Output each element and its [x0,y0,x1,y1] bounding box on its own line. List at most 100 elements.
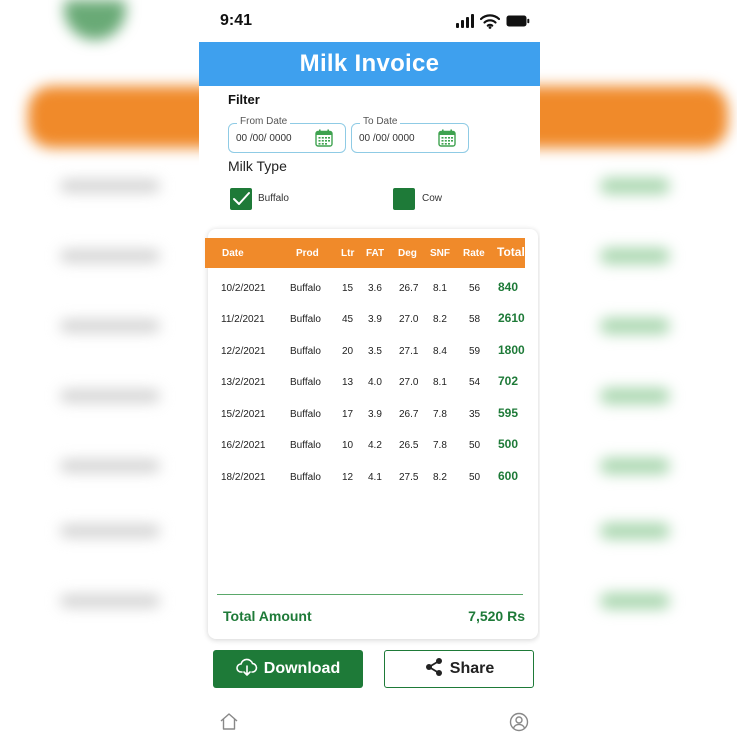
cell-ltr: 12 [342,472,354,483]
page-title: Milk Invoice [299,50,440,77]
cell-total: 840 [498,280,519,294]
cell-deg: 27.0 [399,314,419,325]
battery-icon [506,15,530,27]
cell-total: 1800 [498,343,525,357]
cell-snf: 8.4 [433,346,447,357]
from-date-legend: From Date [237,116,291,127]
profile-icon[interactable] [509,712,529,737]
signal-icon [456,14,474,28]
cell-deg: 26.7 [399,409,419,420]
column-header-prod: Prod [296,248,319,259]
cell-ltr: 45 [342,314,354,325]
cell-deg: 27.1 [399,346,419,357]
download-label: Download [263,660,341,677]
cell-snf: 8.1 [433,283,447,294]
filter-label: Filter [228,92,260,107]
cell-date: 10/2/2021 [221,283,266,294]
total-amount-value: 7,520 Rs [468,608,525,624]
cell-fat: 4.2 [368,440,382,451]
status-bar: 9:41 [199,0,540,42]
cell-deg: 26.5 [399,440,419,451]
buffalo-checkbox[interactable] [230,188,252,210]
table-row: 18/2/2021 Buffalo 12 4.1 27.5 8.2 50 600 [199,462,540,493]
cell-total: 2610 [498,311,525,325]
buffalo-label: Buffalo [258,193,289,204]
cell-prod: Buffalo [290,377,321,388]
column-header-fat: FAT [366,248,385,259]
cell-prod: Buffalo [290,440,321,451]
column-header-date: Date [222,248,244,259]
cell-total: 702 [498,374,519,388]
cell-ltr: 17 [342,409,354,420]
cell-snf: 7.8 [433,409,447,420]
cell-total: 595 [498,406,519,420]
cow-checkbox[interactable] [393,188,415,210]
cell-prod: Buffalo [290,472,321,483]
cell-fat: 3.9 [368,314,382,325]
share-button[interactable]: Share [384,650,534,688]
to-date-legend: To Date [360,116,401,127]
total-amount-label: Total Amount [223,608,312,624]
cell-deg: 27.0 [399,377,419,388]
app-bar: Milk Invoice [199,42,540,86]
cell-fat: 3.5 [368,346,382,357]
background-avatar-blur [64,0,126,40]
status-icons [456,13,530,29]
column-header-ltr: Ltr [341,248,355,259]
share-icon [424,657,444,682]
calendar-icon[interactable] [315,129,333,152]
cell-date: 15/2/2021 [221,409,266,420]
cell-fat: 3.6 [368,283,382,294]
status-time: 9:41 [220,12,253,29]
cell-date: 13/2/2021 [221,377,266,388]
from-date-value: 00 /00/ 0000 [236,133,292,144]
to-date-value: 00 /00/ 0000 [359,133,415,144]
cell-prod: Buffalo [290,314,321,325]
cell-rate: 50 [469,472,481,483]
table-row: 13/2/2021 Buffalo 13 4.0 27.0 8.1 54 702 [199,367,540,398]
table-header: Date Prod Ltr FAT Deg SNF Rate Total [205,238,525,268]
bottom-nav [199,706,540,737]
cell-ltr: 10 [342,440,354,451]
cell-snf: 8.2 [433,472,447,483]
cell-date: 16/2/2021 [221,440,266,451]
cloud-download-icon [235,657,258,682]
cow-label: Cow [422,193,443,204]
share-label: Share [449,660,495,677]
table-row: 10/2/2021 Buffalo 15 3.6 26.7 8.1 56 840 [199,273,540,304]
milk-type-label: Milk Type [228,158,287,174]
cell-prod: Buffalo [290,409,321,420]
cell-total: 500 [498,437,519,451]
wifi-icon [480,13,500,29]
cell-snf: 8.2 [433,314,447,325]
cell-rate: 58 [469,314,481,325]
cell-rate: 50 [469,440,481,451]
cell-ltr: 20 [342,346,354,357]
table-row: 16/2/2021 Buffalo 10 4.2 26.5 7.8 50 500 [199,430,540,461]
cell-ltr: 15 [342,283,354,294]
column-header-deg: Deg [398,248,417,259]
column-header-total: Total [497,245,525,259]
to-date-field[interactable]: To Date 00 /00/ 0000 [351,116,469,153]
home-icon[interactable] [219,712,239,735]
cell-rate: 35 [469,409,481,420]
table-row: 11/2/2021 Buffalo 45 3.9 27.0 8.2 58 261… [199,304,540,335]
total-divider [217,594,523,595]
cell-rate: 54 [469,377,481,388]
phone-screen: 9:41 Milk Invoice Filter From Date 00 /0… [199,0,540,737]
download-button[interactable]: Download [213,650,363,688]
cell-date: 18/2/2021 [221,472,266,483]
cell-prod: Buffalo [290,346,321,357]
table-row: 15/2/2021 Buffalo 17 3.9 26.7 7.8 35 595 [199,399,540,430]
cell-deg: 27.5 [399,472,419,483]
from-date-field[interactable]: From Date 00 /00/ 0000 [228,116,346,153]
cell-ltr: 13 [342,377,354,388]
cell-date: 11/2/2021 [221,314,265,325]
calendar-icon[interactable] [438,129,456,152]
cell-fat: 4.1 [368,472,382,483]
table-row: 12/2/2021 Buffalo 20 3.5 27.1 8.4 59 180… [199,336,540,367]
cell-total: 600 [498,469,519,483]
cell-snf: 8.1 [433,377,447,388]
cell-date: 12/2/2021 [221,346,266,357]
cell-fat: 4.0 [368,377,382,388]
